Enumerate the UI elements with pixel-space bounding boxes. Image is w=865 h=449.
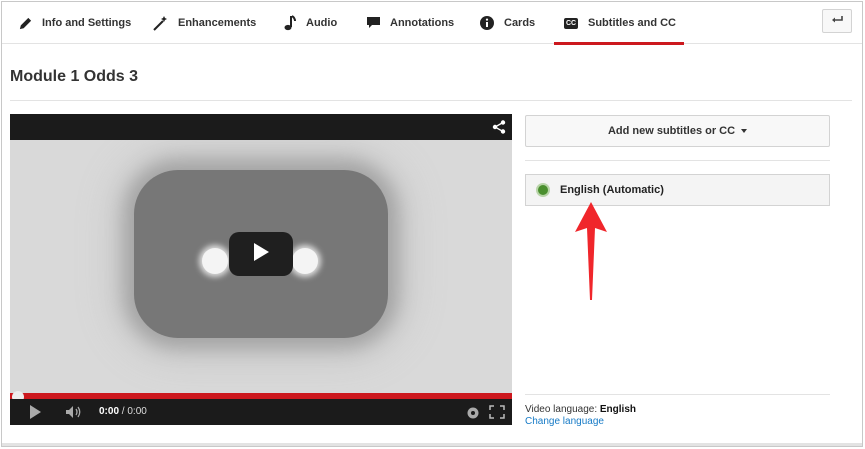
published-status-icon bbox=[536, 183, 550, 197]
tab-annotations[interactable]: Annotations bbox=[364, 2, 454, 44]
cc-icon: CC bbox=[562, 14, 580, 32]
editor-window: Info and Settings Enhancements Audio Ann… bbox=[1, 1, 863, 447]
fullscreen-icon[interactable] bbox=[489, 405, 505, 424]
red-arrow-annotation-icon bbox=[575, 202, 607, 300]
add-subtitles-label: Add new subtitles or CC bbox=[607, 125, 736, 137]
divider bbox=[525, 160, 830, 161]
music-note-icon bbox=[280, 14, 298, 32]
magic-wand-icon bbox=[152, 14, 170, 32]
subtitle-track-english[interactable]: English (Automatic) bbox=[525, 174, 830, 206]
duration: 0:00 bbox=[127, 406, 147, 417]
time-display: 0:00 / 0:00 bbox=[99, 406, 147, 417]
tab-audio[interactable]: Audio bbox=[280, 2, 337, 44]
tab-label: Enhancements bbox=[178, 17, 257, 29]
video-frame[interactable] bbox=[10, 140, 512, 393]
play-icon bbox=[252, 242, 270, 267]
video-language-label: Video language: bbox=[525, 404, 598, 415]
tab-enhancements[interactable]: Enhancements bbox=[152, 2, 256, 44]
divider bbox=[525, 394, 830, 395]
settings-icon[interactable] bbox=[467, 406, 479, 424]
subtitle-track-label: English (Automatic) bbox=[560, 184, 664, 196]
divider bbox=[10, 100, 852, 101]
tab-label: Annotations bbox=[390, 17, 455, 29]
add-subtitles-button[interactable]: Add new subtitles or CC bbox=[525, 115, 830, 147]
video-language: Video language: English bbox=[525, 404, 636, 415]
video-player[interactable]: 0:00 / 0:00 bbox=[10, 114, 512, 425]
video-language-value: English bbox=[599, 404, 637, 415]
tab-cards[interactable]: Cards bbox=[478, 2, 535, 44]
thumbnail-dot bbox=[292, 248, 318, 274]
tab-label: Audio bbox=[306, 17, 338, 29]
tab-label: Subtitles and CC bbox=[588, 17, 677, 29]
play-icon[interactable] bbox=[28, 404, 42, 425]
tab-bar: Info and Settings Enhancements Audio Ann… bbox=[2, 2, 862, 45]
player-controls: 0:00 / 0:00 bbox=[10, 399, 512, 425]
share-icon[interactable] bbox=[492, 120, 506, 134]
back-button[interactable] bbox=[822, 9, 852, 33]
info-circle-icon bbox=[478, 14, 496, 32]
thumbnail-dot bbox=[202, 248, 228, 274]
chevron-down-icon bbox=[741, 129, 748, 133]
back-arrow-icon bbox=[831, 12, 843, 30]
player-top-bar bbox=[10, 114, 512, 140]
pencil-icon bbox=[16, 14, 34, 32]
tab-label: Info and Settings bbox=[42, 17, 132, 29]
volume-icon[interactable] bbox=[65, 405, 83, 424]
tab-info-and-settings[interactable]: Info and Settings bbox=[16, 2, 131, 44]
current-time: 0:00 bbox=[99, 406, 120, 417]
change-language-link[interactable]: Change language bbox=[525, 416, 604, 427]
tab-label: Cards bbox=[504, 17, 536, 29]
speech-bubble-icon bbox=[364, 14, 382, 32]
page-title: Module 1 Odds 3 bbox=[10, 68, 139, 85]
bottom-border bbox=[2, 443, 862, 446]
cc-badge: CC bbox=[563, 17, 579, 29]
tab-subtitles-and-cc[interactable]: CC Subtitles and CC bbox=[553, 2, 685, 45]
large-play-button[interactable] bbox=[229, 232, 293, 276]
